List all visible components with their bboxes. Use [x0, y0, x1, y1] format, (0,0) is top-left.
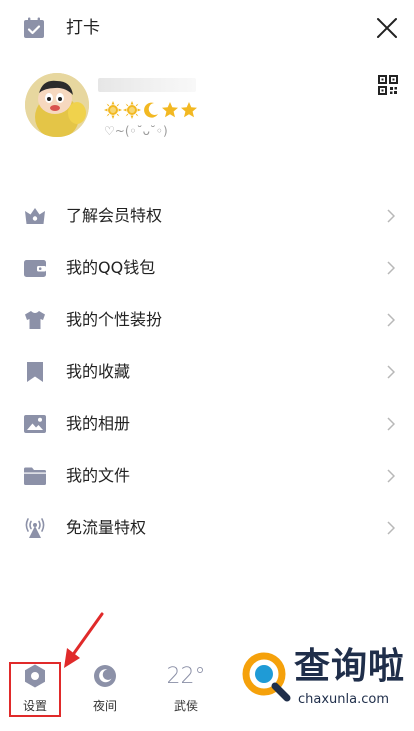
- star-icon: [181, 102, 197, 118]
- menu-item-label: 了解会员特权: [66, 206, 163, 225]
- calendar-check-icon: [24, 17, 44, 38]
- avatar-image: [25, 73, 89, 137]
- checkin-button[interactable]: 打卡: [23, 16, 100, 40]
- sun-icon: [123, 101, 141, 119]
- chevron-right-icon: [387, 417, 395, 431]
- crown-icon: [25, 208, 45, 224]
- nickname-blurred: [98, 78, 196, 92]
- menu-item-vip-privileges[interactable]: 了解会员特权: [0, 190, 414, 242]
- wallet-icon: [24, 260, 46, 277]
- chevron-right-icon: [387, 521, 395, 535]
- image-icon: [24, 415, 46, 433]
- menu-list: 了解会员特权 我的QQ钱包 我的个性装扮 我的收藏 我的相册 我的文件 免流量特…: [0, 190, 414, 554]
- watermark-title: 查询啦: [294, 646, 406, 687]
- profile-card: ♡~(◦˘ᴗ˘◦): [0, 70, 414, 150]
- temperature-text: 22°: [166, 664, 206, 689]
- menu-item-favorites[interactable]: 我的收藏: [0, 346, 414, 398]
- menu-item-free-data[interactable]: 免流量特权: [0, 502, 414, 554]
- magnifier-logo-icon: [242, 652, 291, 702]
- menu-item-files[interactable]: 我的文件: [0, 450, 414, 502]
- qr-code-icon[interactable]: [378, 75, 398, 95]
- night-mode-label: 夜间: [92, 699, 117, 713]
- menu-item-label: 我的相册: [66, 414, 131, 433]
- watermark: 查询啦 chaxunla.com: [240, 644, 410, 714]
- menu-item-personalization[interactable]: 我的个性装扮: [0, 294, 414, 346]
- top-bar: 打卡: [0, 0, 414, 56]
- menu-item-wallet[interactable]: 我的QQ钱包: [0, 242, 414, 294]
- checkin-label: 打卡: [66, 18, 100, 38]
- chevron-right-icon: [387, 261, 395, 275]
- city-text: 武侯: [173, 699, 198, 713]
- signature-text: ♡~(◦˘ᴗ˘◦): [104, 124, 168, 138]
- menu-item-label: 我的收藏: [66, 362, 131, 381]
- avatar[interactable]: [25, 73, 89, 137]
- watermark-url: chaxunla.com: [298, 692, 389, 707]
- sun-icon: [104, 101, 122, 119]
- menu-item-label: 我的个性装扮: [66, 310, 163, 329]
- weather-widget[interactable]: 22° 武侯: [158, 663, 214, 713]
- menu-item-album[interactable]: 我的相册: [0, 398, 414, 450]
- chevron-right-icon: [387, 365, 395, 379]
- chevron-right-icon: [387, 209, 395, 223]
- signal-tower-icon: [25, 518, 45, 538]
- settings-highlight-box: [9, 662, 61, 717]
- night-mode-button[interactable]: 夜间: [80, 663, 130, 713]
- menu-item-label: 我的文件: [66, 466, 131, 485]
- chevron-right-icon: [387, 313, 395, 327]
- menu-item-label: 我的QQ钱包: [66, 258, 156, 277]
- chevron-right-icon: [387, 469, 395, 483]
- shirt-icon: [25, 311, 45, 329]
- menu-item-label: 免流量特权: [66, 518, 147, 537]
- star-icon: [162, 102, 178, 118]
- folder-icon: [24, 467, 46, 485]
- side-drawer: 打卡 ♡~(◦˘ᴗ˘◦) 了解会员特权 我的QQ钱包 我的个性装扮 我的收藏 我…: [0, 0, 414, 731]
- level-badges[interactable]: [104, 100, 199, 120]
- pointer-arrow-icon: [64, 612, 104, 668]
- moon-icon: [144, 102, 158, 118]
- close-icon[interactable]: [376, 17, 398, 39]
- bookmark-icon: [27, 362, 43, 382]
